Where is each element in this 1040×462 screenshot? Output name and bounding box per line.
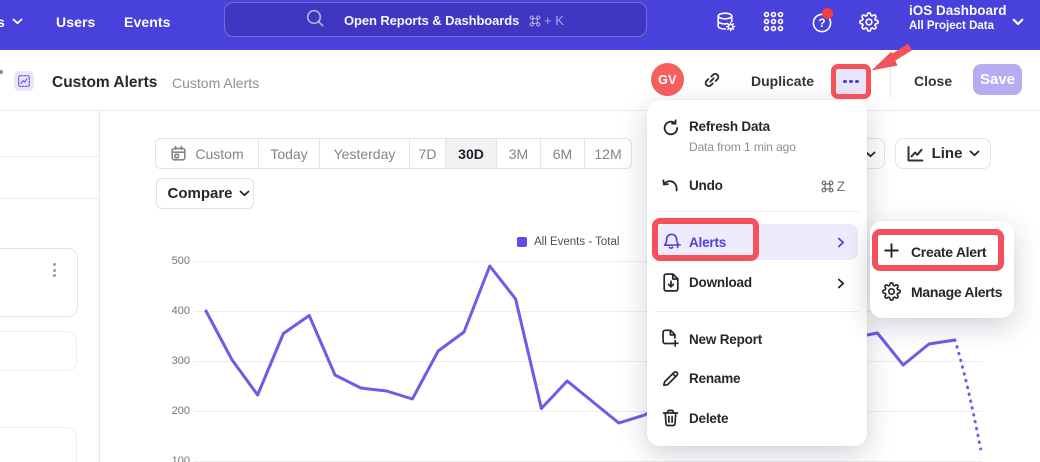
svg-text:?: ? <box>818 18 825 30</box>
